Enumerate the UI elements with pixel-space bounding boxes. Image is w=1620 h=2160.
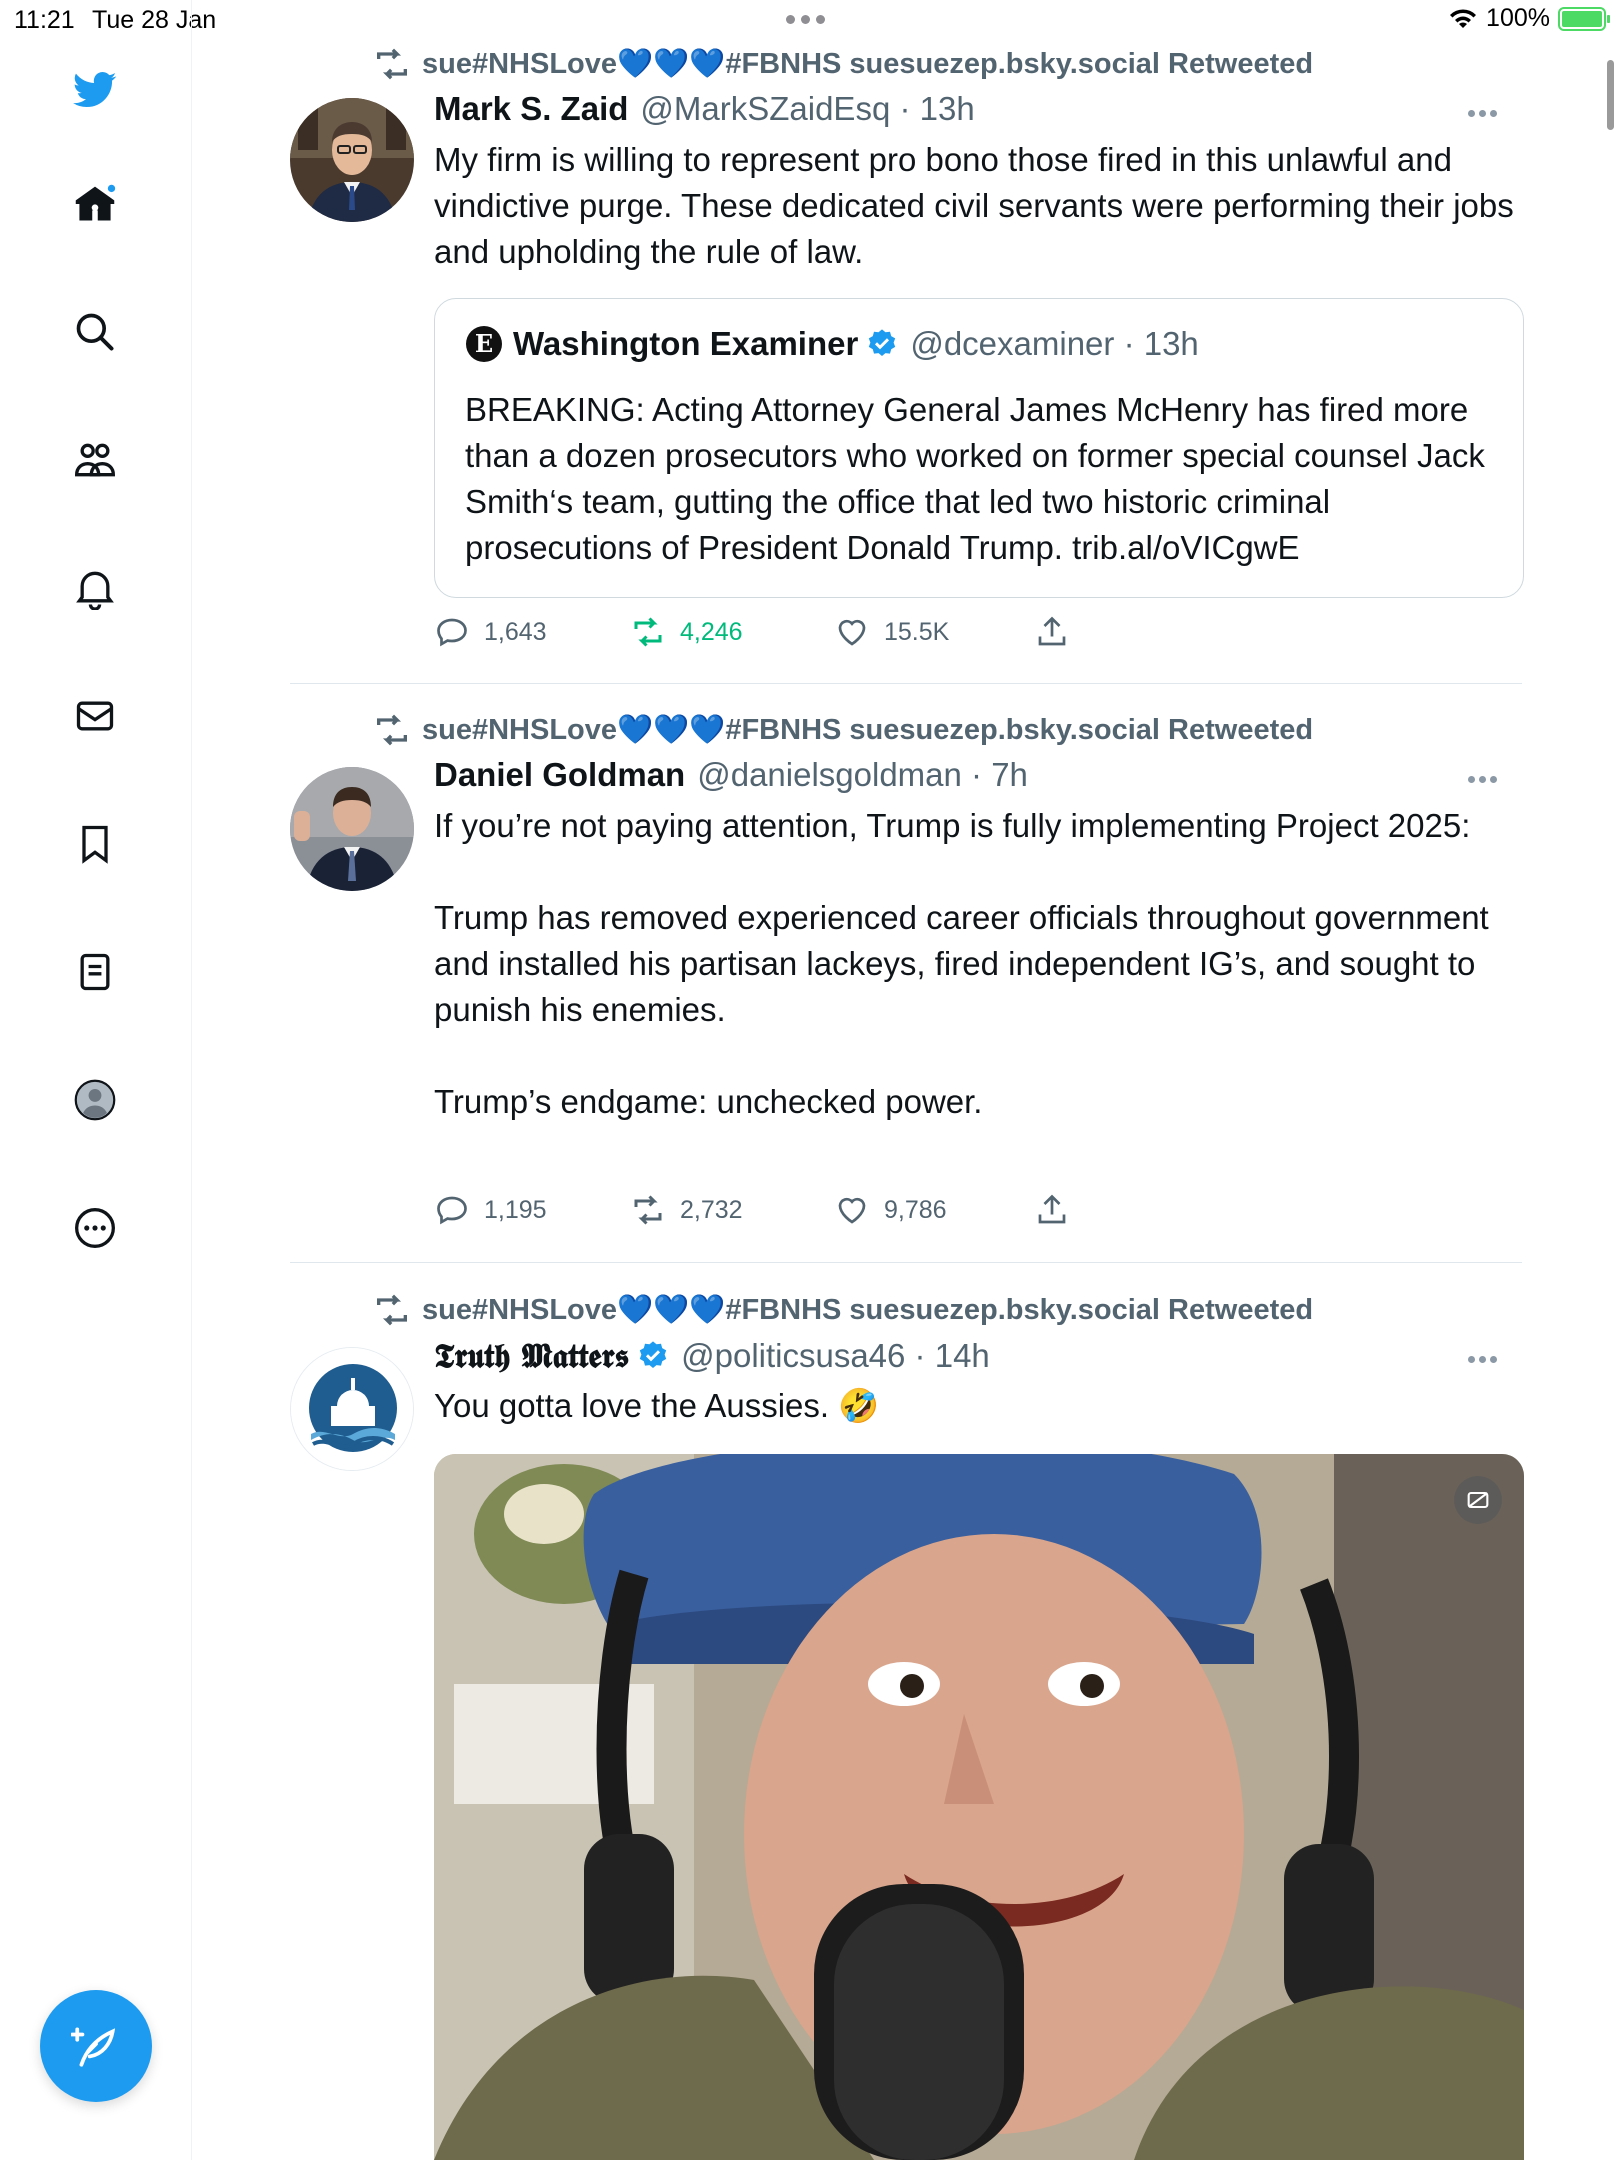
- bookmarks-icon[interactable]: [67, 816, 123, 872]
- reply-button[interactable]: 1,195: [434, 1192, 630, 1228]
- tweet-more-icon[interactable]: [1468, 776, 1512, 783]
- tweet-actions: 1,643 4,246 15.5K: [434, 614, 1070, 650]
- tweet-media-video[interactable]: [434, 1454, 1524, 2160]
- tweet-text: You gotta love the Aussies. 🤣: [434, 1387, 880, 1424]
- multitasking-dots[interactable]: [786, 15, 825, 24]
- tweet-more-icon[interactable]: [1468, 110, 1512, 117]
- heart-icon: [838, 619, 866, 646]
- verified-badge-icon: [639, 1341, 667, 1368]
- retweeted-by-text: sue#NHSLove💙💙💙#FBNHS suesuezep.bsky.soci…: [422, 48, 1314, 80]
- like-count: 9,786: [884, 1195, 947, 1224]
- sidebar: [0, 0, 192, 2160]
- retweet-icon: [634, 617, 662, 647]
- like-count: 15.5K: [884, 617, 950, 646]
- media-info-icon[interactable]: [1454, 1476, 1502, 1524]
- avatar-daniel-goldman[interactable]: [290, 767, 414, 891]
- like-button[interactable]: 9,786: [834, 1192, 1034, 1228]
- reply-count: 1,195: [484, 1195, 547, 1224]
- retweet-button[interactable]: 4,246: [630, 614, 834, 650]
- compose-tweet-button[interactable]: [40, 1990, 152, 2102]
- share-button[interactable]: [1034, 614, 1070, 650]
- author-handle[interactable]: @danielsgoldman · 7h: [697, 756, 1028, 794]
- tweet-divider: [290, 1262, 1522, 1263]
- avatar-mark-zaid[interactable]: [290, 98, 414, 222]
- status-bar: 11:21 Tue 28 Jan 100%: [0, 0, 1620, 40]
- tweet-more-icon[interactable]: [1468, 1356, 1512, 1363]
- author-name[interactable]: 𝕿𝖗𝖚𝖙𝖍 𝕸𝖆𝖙𝖙𝖊𝖗𝖘: [434, 1336, 629, 1376]
- retweet-small-icon: [377, 1294, 407, 1326]
- home-icon[interactable]: [67, 176, 123, 232]
- author-name[interactable]: Daniel Goldman: [434, 756, 685, 794]
- status-right: 100%: [1448, 4, 1610, 33]
- scroll-indicator[interactable]: [1607, 60, 1614, 130]
- reply-icon: [437, 1196, 467, 1225]
- share-icon: [1038, 1194, 1066, 1224]
- twitter-logo-icon[interactable]: [67, 62, 123, 118]
- retweet-icon: [634, 1195, 662, 1225]
- retweet-count: 4,246: [680, 617, 743, 646]
- reply-button[interactable]: 1,643: [434, 614, 630, 650]
- like-button[interactable]: 15.5K: [834, 614, 1034, 650]
- communities-icon[interactable]: [67, 432, 123, 488]
- tweet-header: Mark S. Zaid @MarkSZaidEsq · 13h: [434, 90, 975, 128]
- notifications-bell-icon[interactable]: [67, 560, 123, 616]
- retweeted-by-text: sue#NHSLove💙💙💙#FBNHS suesuezep.bsky.soci…: [422, 1294, 1314, 1326]
- compose-feather-icon: [71, 2027, 116, 2067]
- profile-avatar-icon[interactable]: [67, 1072, 123, 1128]
- quoted-author-handle[interactable]: @dcexaminer · 13h: [910, 325, 1198, 363]
- retweet-small-icon: [377, 714, 407, 746]
- heart-icon: [838, 1197, 866, 1224]
- verified-badge-icon: [869, 329, 896, 356]
- more-options-icon[interactable]: [67, 1200, 123, 1256]
- share-icon: [1038, 616, 1066, 646]
- quoted-tweet-text: BREAKING: Acting Attorney General James …: [465, 391, 1485, 566]
- retweeted-by-line: sue#NHSLove💙💙💙#FBNHS suesuezep.bsky.soci…: [372, 44, 1313, 84]
- tweet-text: If you’re not paying attention, Trump is…: [434, 807, 1489, 1120]
- tweet-divider: [290, 683, 1522, 684]
- author-handle[interactable]: @MarkSZaidEsq · 13h: [640, 90, 974, 128]
- author-name[interactable]: Mark S. Zaid: [434, 90, 628, 128]
- video-thumbnail: [434, 1454, 1524, 2160]
- battery-icon: [1558, 6, 1610, 31]
- tweet-text: My firm is willing to represent pro bono…: [434, 141, 1523, 270]
- tweet-mark-zaid[interactable]: sue#NHSLove💙💙💙#FBNHS suesuezep.bsky.soci…: [290, 40, 1524, 685]
- author-handle[interactable]: @politicsusa46 · 14h: [681, 1337, 990, 1375]
- tweet-header: 𝕿𝖗𝖚𝖙𝖍 𝕸𝖆𝖙𝖙𝖊𝖗𝖘 @politicsusa46 · 14h: [434, 1336, 990, 1376]
- retweet-count: 2,732: [680, 1195, 743, 1224]
- lists-icon[interactable]: [67, 944, 123, 1000]
- quoted-author-name[interactable]: Washington Examiner: [513, 325, 858, 363]
- retweeted-by-text: sue#NHSLove💙💙💙#FBNHS suesuezep.bsky.soci…: [422, 714, 1314, 746]
- quoted-tweet-header: E Washington Examiner @dcexaminer · 13h: [465, 325, 1199, 363]
- retweet-button[interactable]: 2,732: [630, 1192, 834, 1228]
- reply-icon: [437, 618, 467, 647]
- battery-percent: 100%: [1486, 4, 1550, 32]
- search-icon[interactable]: [67, 304, 123, 360]
- retweeted-by-line: sue#NHSLove💙💙💙#FBNHS suesuezep.bsky.soci…: [372, 710, 1313, 750]
- quoted-tweet[interactable]: E Washington Examiner @dcexaminer · 13h …: [434, 298, 1524, 598]
- retweeted-by-line: sue#NHSLove💙💙💙#FBNHS suesuezep.bsky.soci…: [372, 1290, 1313, 1330]
- messages-envelope-icon[interactable]: [67, 688, 123, 744]
- tweet-daniel-goldman[interactable]: sue#NHSLove💙💙💙#FBNHS suesuezep.bsky.soci…: [290, 710, 1522, 1290]
- tweet-truth-matters[interactable]: sue#NHSLove💙💙💙#FBNHS suesuezep.bsky.soci…: [290, 1290, 1524, 2160]
- washington-examiner-logo-icon: E: [466, 326, 502, 362]
- avatar-truth-matters[interactable]: [290, 1347, 414, 1471]
- tweet-actions: 1,195 2,732 9,786: [434, 1192, 1070, 1228]
- wifi-icon: [1450, 8, 1477, 28]
- reply-count: 1,643: [484, 617, 547, 646]
- tweet-header: Daniel Goldman @danielsgoldman · 7h: [434, 756, 1028, 794]
- share-button[interactable]: [1034, 1192, 1070, 1228]
- retweet-small-icon: [377, 48, 407, 80]
- svg-text:E: E: [475, 329, 493, 358]
